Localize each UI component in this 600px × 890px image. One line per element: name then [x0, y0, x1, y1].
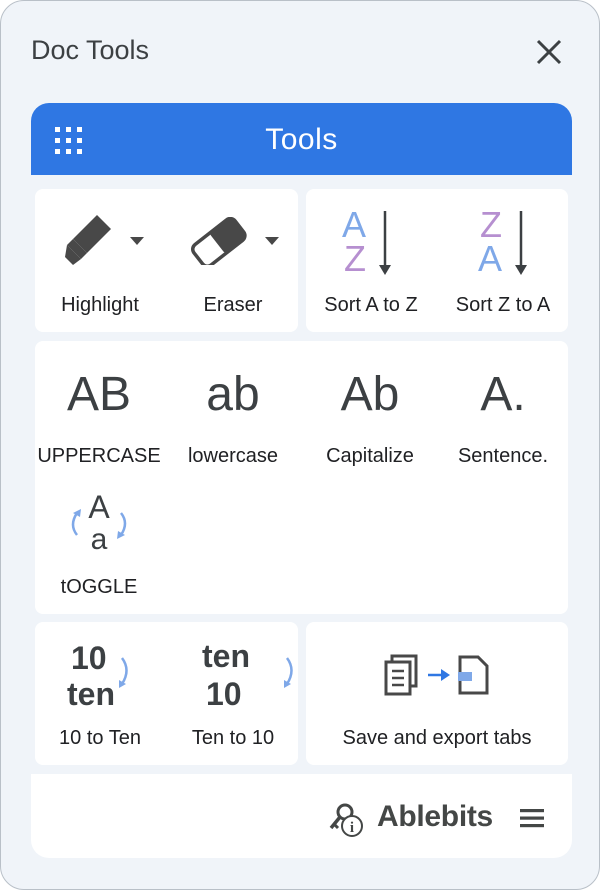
doc-tools-panel: Doc Tools Tools Highlight Eraser A Z Sor…	[0, 0, 600, 890]
highlight-eraser-card: Highlight Eraser	[35, 189, 298, 332]
lowercase-tool[interactable]: ab lowercase	[168, 341, 298, 477]
close-icon[interactable]	[530, 33, 568, 71]
refresh-arrows-icon	[71, 509, 127, 539]
num-glyph-bottom: ten	[67, 676, 115, 712]
eraser-tool[interactable]: Eraser	[168, 189, 298, 332]
highlight-label: Highlight	[61, 294, 139, 316]
documents-icon	[384, 654, 418, 696]
text-to-num-tool[interactable]: ten 10 Ten to 10	[168, 622, 298, 765]
sort-a-to-z-label: Sort A to Z	[324, 294, 418, 316]
export-arrow-icon	[428, 669, 450, 681]
tools-header: Tools	[31, 103, 572, 175]
uppercase-label: UPPERCASE	[37, 445, 161, 467]
number-card: 10 ten 10 to Ten ten 10 Ten to 10	[35, 622, 298, 765]
uppercase-tool[interactable]: AB UPPERCASE	[35, 341, 163, 477]
sort-arrow-icon	[515, 211, 527, 275]
text-glyph-top: ten	[202, 638, 250, 674]
export-file-icon	[458, 655, 489, 695]
num-glyph-top: 10	[71, 640, 107, 676]
text-to-num-label: Ten to 10	[191, 727, 275, 749]
sort-z-to-a-tool[interactable]: Z A Sort Z to A	[438, 189, 568, 332]
sort-z-to-a-label: Sort Z to A	[455, 294, 551, 316]
capitalize-label: Capitalize	[326, 445, 414, 467]
sort-letter-z: Z	[344, 238, 366, 279]
text-glyph-bottom: 10	[206, 676, 242, 712]
save-export-tabs-tool[interactable]: Save and export tabs	[306, 622, 568, 765]
toggle-case-tool[interactable]: A a tOGGLE	[35, 481, 163, 611]
refresh-arrows-icon	[284, 657, 293, 688]
export-card: Save and export tabs	[306, 622, 568, 765]
lowercase-label: lowercase	[187, 445, 279, 467]
svg-text:i: i	[350, 820, 354, 836]
sort-arrow-icon	[379, 211, 391, 275]
case-card: AB UPPERCASE ab lowercase Ab Capitalize …	[35, 341, 568, 614]
dropdown-arrow-icon	[265, 237, 279, 245]
capitalize-tool[interactable]: Ab Capitalize	[305, 341, 435, 477]
sort-a-to-z-tool[interactable]: A Z Sort A to Z	[306, 189, 436, 332]
highlight-tool[interactable]: Highlight	[35, 189, 165, 332]
sort-card: A Z Sort A to Z Z A Sort Z to A	[306, 189, 568, 332]
footer: i Ablebits	[31, 774, 572, 858]
save-export-tabs-label: Save and export tabs	[342, 727, 532, 749]
sentence-case-tool[interactable]: A. Sentence.	[438, 341, 568, 477]
sentence-label: Sentence.	[457, 445, 549, 467]
num-to-text-tool[interactable]: 10 ten 10 to Ten	[35, 622, 165, 765]
eraser-label: Eraser	[203, 294, 263, 316]
dropdown-arrow-icon	[130, 237, 144, 245]
lowercase-glyph: ab	[206, 368, 260, 421]
sentence-glyph: A.	[480, 368, 526, 421]
menu-icon[interactable]	[520, 807, 544, 829]
num-to-text-label: 10 to Ten	[59, 727, 141, 749]
sort-letter-a: A	[478, 238, 503, 279]
refresh-arrows-icon	[119, 657, 128, 688]
key-info-icon[interactable]: i	[325, 802, 365, 838]
eraser-icon	[191, 217, 247, 265]
capitalize-glyph: Ab	[340, 368, 400, 421]
toggle-label: tOGGLE	[60, 576, 138, 598]
uppercase-glyph: AB	[66, 368, 132, 421]
ablebits-logo: Ablebits	[377, 800, 493, 833]
highlighter-icon	[65, 215, 111, 265]
panel-title: Doc Tools	[31, 35, 150, 65]
tools-title: Tools	[265, 123, 338, 156]
